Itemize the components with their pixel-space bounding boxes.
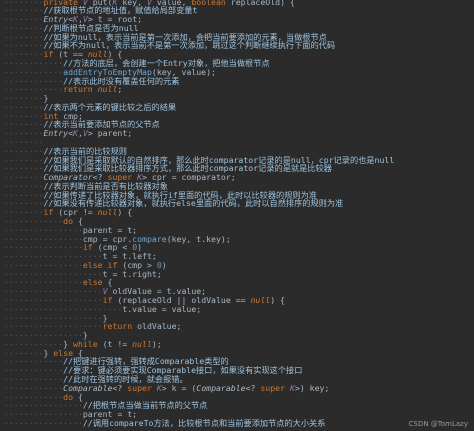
csdn-watermark: CSDN @TomLazy <box>408 420 468 428</box>
code-line[interactable]: ················//调用compareTo方法，比较根节点和当前… <box>4 418 474 429</box>
code-editor[interactable]: ········private V put(K key, V value, bo… <box>0 0 474 431</box>
code-token-com: //调用compareTo方法，比较根节点和当前要添加节点的大小关系 <box>82 417 326 428</box>
code-token-ws: ················ <box>4 417 83 428</box>
